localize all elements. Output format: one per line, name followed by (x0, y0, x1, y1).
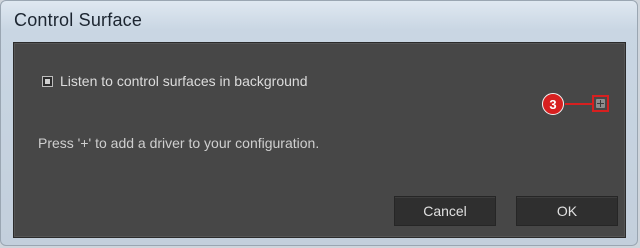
dialog-title: Control Surface (14, 10, 143, 30)
listen-background-checkbox[interactable] (42, 75, 53, 87)
dialog-content: Listen to control surfaces in background… (13, 42, 626, 238)
callout-line (565, 103, 592, 105)
ok-button[interactable]: OK (516, 196, 618, 226)
cancel-button[interactable]: Cancel (394, 196, 496, 226)
plus-icon (596, 99, 605, 108)
title-bar[interactable]: Control Surface (1, 1, 637, 41)
control-surface-dialog: Control Surface Listen to control surfac… (0, 0, 638, 246)
add-driver-button[interactable] (592, 95, 609, 112)
listen-background-option[interactable]: Listen to control surfaces in background (42, 73, 307, 89)
callout-badge: 3 (542, 93, 564, 115)
listen-background-label: Listen to control surfaces in background (60, 73, 308, 89)
hint-text: Press '+' to add a driver to your config… (38, 135, 320, 151)
